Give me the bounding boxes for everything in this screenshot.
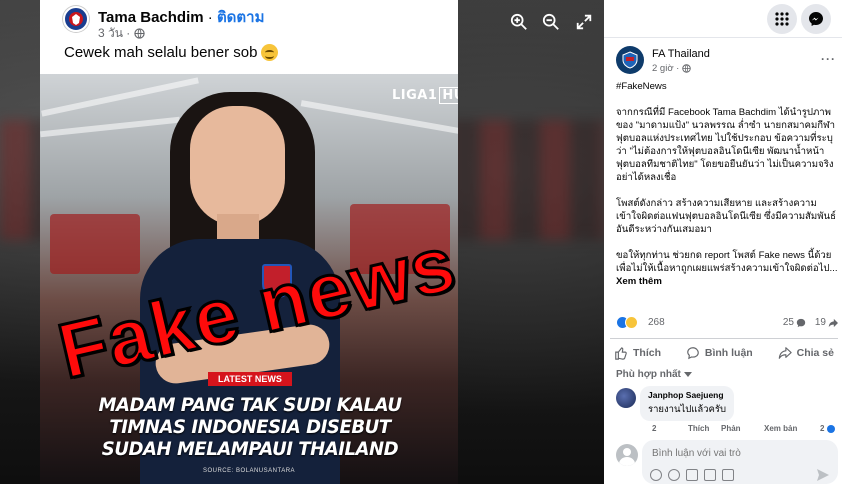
comment-button[interactable]: Bình luận bbox=[686, 346, 753, 360]
stadium-roof-beam bbox=[41, 77, 199, 117]
liga1hub-logo: LIGA1HUB bbox=[392, 87, 458, 104]
comment-reaction-count[interactable]: 2 bbox=[820, 424, 835, 433]
thumbs-up-icon bbox=[615, 346, 627, 360]
separator-dot: · bbox=[203, 9, 217, 26]
messenger-icon bbox=[809, 12, 823, 26]
fullscreen-button[interactable] bbox=[574, 12, 594, 32]
send-icon[interactable] bbox=[816, 468, 830, 482]
post-paragraph-2: โพสต์ดังกล่าว สร้างความเสียหาย และสร้างค… bbox=[616, 198, 836, 235]
logo-main-text: LIGA1 bbox=[392, 88, 438, 103]
post-actions-bar: Thích Bình luận Chia sẻ bbox=[610, 338, 838, 366]
post-meta: 2 giờ · bbox=[652, 63, 692, 74]
stadium-roof-beam bbox=[300, 100, 458, 134]
avatar-sticker-icon[interactable] bbox=[650, 469, 662, 481]
more-options-button[interactable]: ··· bbox=[821, 52, 836, 66]
embedded-post-meta: 3 วัน · bbox=[98, 24, 145, 43]
haha-reaction-icon[interactable] bbox=[625, 316, 638, 329]
zoom-out-icon bbox=[542, 13, 559, 30]
comment-count[interactable]: 25 bbox=[783, 317, 806, 328]
grid-menu-icon bbox=[775, 12, 789, 26]
post-paragraph-3: ขอให้ทุกท่าน ช่วยกด report โพสต์ Fake ne… bbox=[616, 250, 838, 274]
comment-bubble-icon bbox=[796, 318, 806, 327]
share-icon bbox=[778, 346, 792, 359]
comment-text: รายงานไปแล้วครับ bbox=[648, 404, 727, 415]
share-label: Chia sẻ bbox=[796, 346, 834, 359]
headline-line-1: MADAM PANG TAK SUDI KALAU bbox=[98, 394, 402, 416]
stadium-seats bbox=[50, 214, 140, 274]
top-bar bbox=[604, 0, 842, 38]
comment-label: Bình luận bbox=[704, 346, 753, 359]
camera-icon[interactable] bbox=[686, 469, 698, 481]
like-badge-icon bbox=[826, 424, 835, 433]
comment-input-box[interactable] bbox=[642, 440, 838, 484]
composer-tools bbox=[650, 469, 734, 481]
like-label: Thích bbox=[633, 346, 661, 359]
zoom-in-icon bbox=[510, 13, 527, 30]
page-name[interactable]: FA Thailand bbox=[652, 48, 710, 60]
post-paragraph-1: จากกรณีที่มี Facebook Tama Bachdim ได้นำ… bbox=[616, 107, 836, 183]
comment-bubble: Janphop Saejueng รายงานไปแล้วครับ bbox=[640, 386, 735, 421]
embedded-caption: Cewek mah selalu bener sob bbox=[64, 44, 279, 61]
share-arrow-icon bbox=[828, 318, 838, 327]
comment-reaction-value: 2 bbox=[820, 424, 825, 433]
stadium-roof-beam bbox=[40, 116, 180, 138]
sticker-icon[interactable] bbox=[722, 469, 734, 481]
post-time[interactable]: 2 giờ · bbox=[652, 63, 679, 74]
news-headline: MADAM PANG TAK SUDI KALAU TIMNAS INDONES… bbox=[50, 394, 450, 460]
comment-like-button[interactable]: Thích bbox=[688, 424, 709, 433]
share-button[interactable]: Chia sẻ bbox=[778, 346, 834, 360]
see-more-link[interactable]: Xem thêm bbox=[616, 276, 662, 287]
see-translation-button[interactable]: Xem bản bbox=[764, 424, 797, 433]
latest-news-tag: LATEST NEWS bbox=[208, 372, 292, 386]
grinning-emoji-icon bbox=[261, 44, 279, 61]
fa-thailand-avatar[interactable] bbox=[616, 46, 644, 74]
current-user-avatar[interactable] bbox=[616, 444, 638, 466]
share-count-value: 19 bbox=[814, 317, 826, 328]
post-paragraph-3-wrap: ขอให้ทุกท่าน ช่วยกด report โพสต์ Fake ne… bbox=[616, 249, 840, 288]
comment-sort-dropdown[interactable]: Phù hợp nhất bbox=[616, 369, 692, 380]
comment-time[interactable]: 2 bbox=[652, 424, 656, 433]
messenger-button[interactable] bbox=[801, 4, 831, 34]
reaction-summary: 268 25 19 bbox=[616, 316, 838, 332]
comment-input[interactable] bbox=[652, 448, 822, 459]
zoom-out-button[interactable] bbox=[541, 12, 561, 32]
comment-reply-button[interactable]: Phản bbox=[721, 424, 741, 433]
emoji-icon[interactable] bbox=[668, 469, 680, 481]
embedded-post-time: 3 วัน · bbox=[98, 26, 131, 40]
logo-box-text: HUB bbox=[439, 87, 458, 104]
share-count[interactable]: 19 bbox=[815, 317, 838, 328]
embedded-caption-text: Cewek mah selalu bener sob bbox=[64, 44, 258, 61]
comment-count-value: 25 bbox=[782, 317, 794, 328]
menu-button[interactable] bbox=[767, 4, 797, 34]
crest-icon bbox=[69, 12, 83, 26]
comment-item: Janphop Saejueng รายงานไปแล้วครับ 2 Thíc… bbox=[616, 386, 838, 434]
pssi-logo-avatar bbox=[63, 6, 89, 32]
commenter-avatar[interactable] bbox=[616, 388, 636, 408]
hashtag-link[interactable]: #FakeNews bbox=[616, 80, 840, 93]
post-header: FA Thailand 2 giờ · ··· bbox=[616, 46, 836, 78]
post-details-panel: FA Thailand 2 giờ · ··· #FakeNews จากกรณ… bbox=[604, 0, 842, 484]
like-button[interactable]: Thích bbox=[614, 346, 661, 360]
comment-icon bbox=[687, 346, 699, 359]
headline-line-3: SUDAH MELAMPAUI THAILAND bbox=[101, 438, 399, 460]
news-source: SOURCE: BOLANUSANTARA bbox=[202, 468, 296, 474]
fullscreen-icon bbox=[576, 14, 592, 30]
reaction-count[interactable]: 268 bbox=[648, 317, 665, 328]
globe-icon bbox=[682, 64, 692, 73]
follow-link: ติดตาม bbox=[216, 9, 265, 26]
gif-icon[interactable] bbox=[704, 469, 716, 481]
comment-composer bbox=[616, 440, 838, 484]
post-text: #FakeNews จากกรณีที่มี Facebook Tama Bac… bbox=[616, 80, 840, 301]
commenter-name[interactable]: Janphop Saejueng bbox=[648, 390, 726, 400]
shield-crest-icon bbox=[622, 51, 638, 69]
photo-viewer: Tama Bachdim · ติดตาม 3 วัน · Cewek mah … bbox=[0, 0, 604, 484]
chevron-down-icon bbox=[683, 371, 692, 377]
embedded-post-header: Tama Bachdim · ติดตาม 3 วัน · Cewek mah … bbox=[40, 0, 458, 74]
zoom-in-button[interactable] bbox=[509, 12, 529, 32]
sort-label: Phù hợp nhất bbox=[616, 369, 681, 380]
headline-line-2: TIMNAS INDONESIA DISEBUT bbox=[109, 416, 391, 438]
globe-icon bbox=[134, 28, 145, 39]
person-face bbox=[190, 106, 285, 226]
